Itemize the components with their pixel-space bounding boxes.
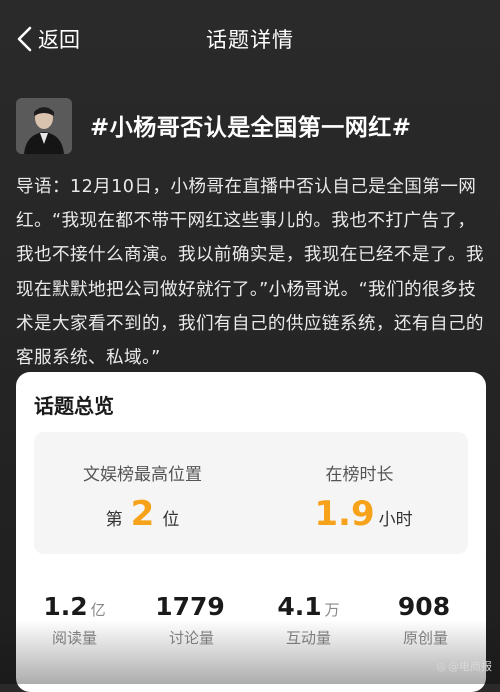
stat-value: 4.1 (277, 592, 322, 621)
topic-intro: 导语：12月10日，小杨哥在直播中否认自己是全国第一网红。“我现在都不带干网红这… (16, 170, 488, 375)
watermark-text: @电商报 (448, 660, 492, 673)
chart-duration: 在榜时长 1.9 小时 (251, 432, 468, 554)
stat-label: 原创量 (402, 629, 448, 647)
stat-label: 阅读量 (51, 629, 97, 647)
duration-number: 1.9 (314, 494, 375, 534)
duration-value-row: 1.9 小时 (251, 494, 468, 534)
rank-prefix: 第 (105, 510, 123, 530)
rank-unit: 位 (162, 510, 180, 530)
stat-unit: 亿 (90, 601, 106, 619)
ranking-box: 文娱榜最高位置 第 2 位 在榜时长 1.9 小时 (34, 432, 468, 554)
overview-card: 话题总览 文娱榜最高位置 第 2 位 在榜时长 1.9 小时 1.2 亿 阅读量 … (16, 372, 486, 692)
highest-rank-label: 文娱榜最高位置 (83, 465, 202, 485)
intro-label: 导语： (16, 177, 70, 197)
duration-unit: 小时 (378, 510, 413, 530)
stat-value: 1779 (155, 592, 225, 621)
highest-rank: 文娱榜最高位置 第 2 位 (34, 432, 251, 554)
highest-rank-value-row: 第 2 位 (34, 494, 251, 534)
stat-value: 1.2 (43, 592, 88, 621)
watermark: ◎ @电商报 (436, 658, 492, 674)
stat-label: 讨论量 (168, 629, 214, 647)
stat-discussions: 1779 讨论量 (133, 592, 250, 648)
watermark-icon: ◎ (436, 659, 446, 673)
rank-number: 2 (130, 494, 155, 534)
person-avatar-icon (16, 98, 72, 154)
top-nav-bar: 返回 话题详情 (0, 0, 500, 78)
intro-text: 12月10日，小杨哥在直播中否认自己是全国第一网红。“我现在都不带干网红这些事儿… (16, 177, 484, 369)
stat-value: 908 (397, 592, 451, 621)
stat-originals: 908 原创量 (367, 592, 484, 648)
stat-unit: 万 (324, 601, 340, 619)
stat-interactions: 4.1 万 互动量 (250, 592, 367, 648)
duration-label: 在榜时长 (325, 465, 394, 485)
overview-title: 话题总览 (34, 394, 114, 418)
topic-avatar[interactable] (16, 98, 72, 154)
stat-reads: 1.2 亿 阅读量 (16, 592, 133, 648)
stat-label: 互动量 (285, 629, 331, 647)
topic-title: #小杨哥否认是全国第一网红# (90, 115, 412, 141)
stats-row: 1.2 亿 阅读量 1779 讨论量 4.1 万 互动量 908 原创量 (16, 592, 486, 652)
topic-header: #小杨哥否认是全国第一网红# (16, 98, 486, 156)
page-title: 话题详情 (206, 28, 294, 52)
